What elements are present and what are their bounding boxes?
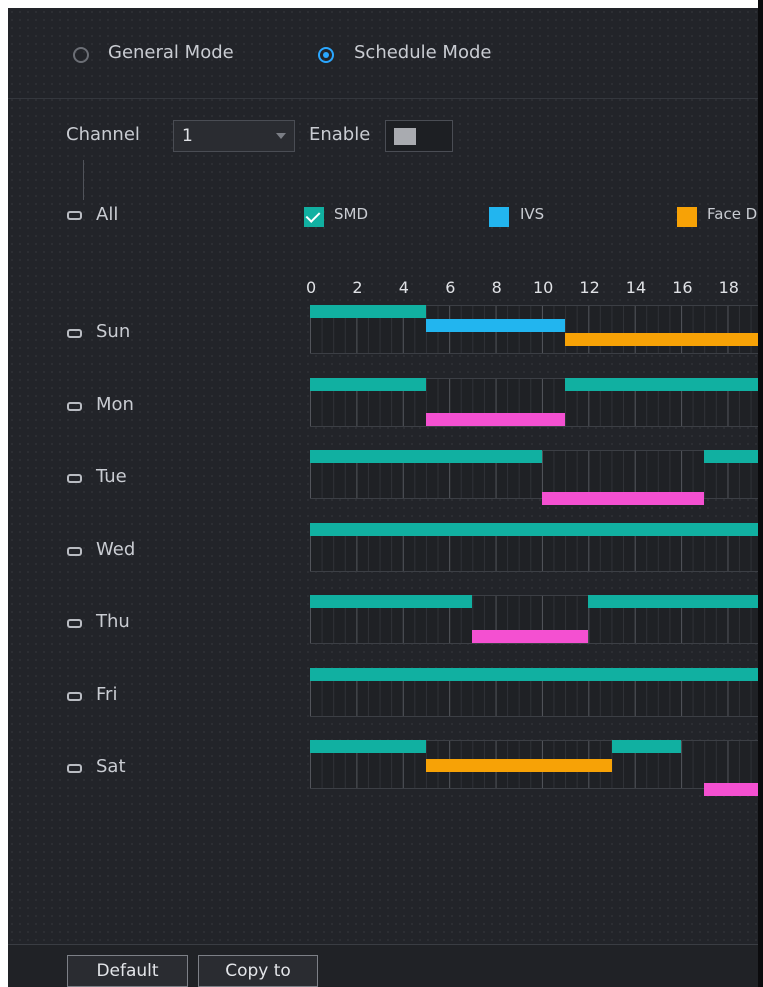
period-ivs-sun-1[interactable] bbox=[426, 319, 566, 332]
day-label-fri[interactable]: Fri bbox=[96, 684, 117, 705]
hour-tick-10: 10 bbox=[533, 278, 554, 297]
day-select-icon-wed[interactable] bbox=[67, 546, 82, 556]
day-label-thu[interactable]: Thu bbox=[96, 611, 130, 632]
day-select-icon-tue[interactable] bbox=[67, 474, 82, 483]
day-label-tue[interactable]: Tue bbox=[96, 466, 127, 487]
period-face-sat-2[interactable] bbox=[426, 759, 612, 772]
period-smd-wed-0[interactable] bbox=[310, 522, 758, 536]
day-select-icon-sat[interactable] bbox=[67, 764, 82, 773]
hour-tick-8: 8 bbox=[491, 278, 502, 297]
day-select-icon-thu[interactable] bbox=[67, 619, 82, 628]
period-smd-thu-0[interactable] bbox=[310, 595, 473, 608]
hour-tick-16: 16 bbox=[672, 278, 693, 297]
period-smd-tue-0[interactable] bbox=[310, 450, 542, 463]
period-smd-mon-1[interactable] bbox=[565, 377, 758, 391]
day-select-icon-sun[interactable] bbox=[67, 329, 82, 338]
day-select-icon-mon[interactable] bbox=[67, 401, 82, 411]
hour-tick-0: 0 bbox=[306, 278, 317, 297]
schedule-grid[interactable]: 0 2 4 6 8 10 12 14 16 18 Sun Mon Tue Wed Thu Fri Sat bbox=[0, 0, 763, 987]
period-smd-mon-0[interactable] bbox=[310, 377, 426, 391]
period-smd-fri-0[interactable] bbox=[310, 667, 758, 681]
period-smd-sun-0[interactable] bbox=[310, 305, 426, 318]
period-smd-tue-1[interactable] bbox=[704, 450, 758, 463]
day-label-wed[interactable]: Wed bbox=[96, 539, 135, 560]
day-label-mon[interactable]: Mon bbox=[96, 394, 134, 415]
hour-tick-6: 6 bbox=[445, 278, 456, 297]
day-select-icon-fri[interactable] bbox=[67, 691, 82, 701]
day-label-sun[interactable]: Sun bbox=[96, 321, 130, 342]
default-button[interactable]: Default bbox=[67, 955, 188, 987]
hour-tick-18: 18 bbox=[718, 278, 739, 297]
day-label-sat[interactable]: Sat bbox=[96, 756, 126, 777]
hour-tick-4: 4 bbox=[398, 278, 409, 297]
hour-tick-12: 12 bbox=[579, 278, 600, 297]
period-other-mon-2[interactable] bbox=[426, 412, 566, 426]
period-face-sun-2[interactable] bbox=[565, 333, 758, 346]
period-other-thu-2[interactable] bbox=[472, 630, 589, 643]
period-smd-thu-1[interactable] bbox=[588, 595, 758, 608]
hour-tick-14: 14 bbox=[625, 278, 647, 297]
period-other-tue-2[interactable] bbox=[542, 492, 705, 505]
period-other-sat-3[interactable] bbox=[704, 783, 758, 796]
copy-to-button[interactable]: Copy to bbox=[198, 955, 318, 987]
hour-tick-2: 2 bbox=[352, 278, 363, 297]
period-smd-sat-0[interactable] bbox=[310, 740, 426, 753]
period-smd-sat-1[interactable] bbox=[611, 740, 682, 753]
screen: General Mode Schedule Mode Channel 1 Ena… bbox=[0, 0, 763, 987]
